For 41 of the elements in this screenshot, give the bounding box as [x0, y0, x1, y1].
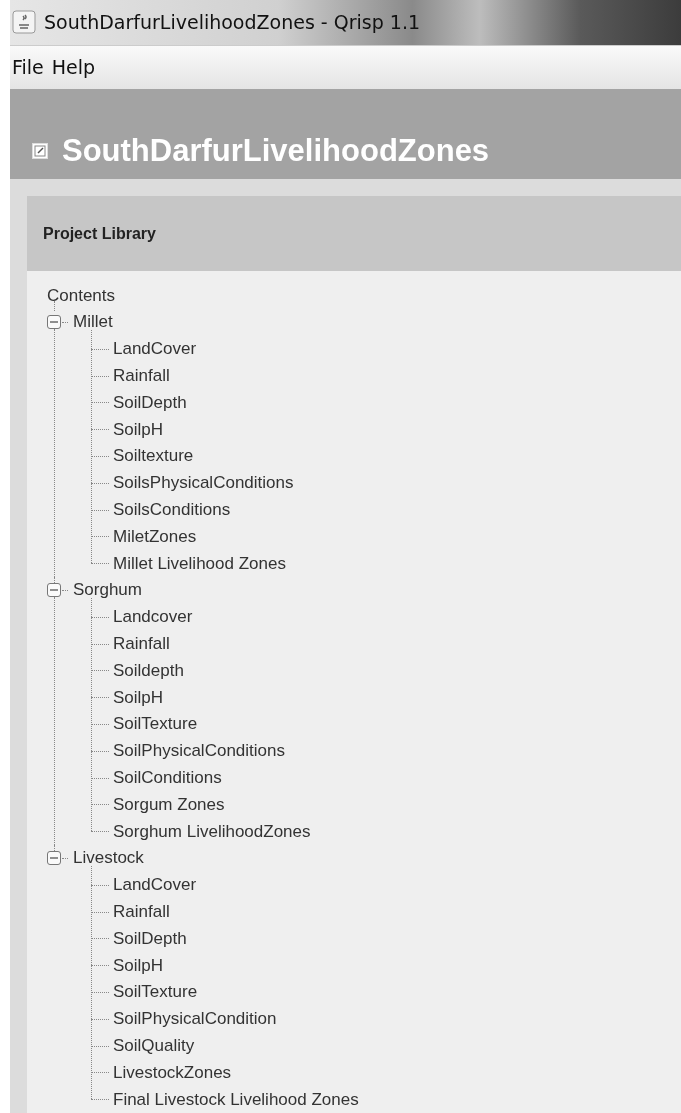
tree-item[interactable]: Sorghum LivelihoodZones — [113, 821, 311, 842]
project-title: SouthDarfurLivelihoodZones — [62, 133, 490, 170]
collapse-icon[interactable] — [47, 315, 61, 330]
tree-item[interactable]: SoilTexture — [113, 982, 198, 1003]
tree-item[interactable]: SoilDepth — [113, 928, 187, 949]
tree-item[interactable]: Livestock — [73, 848, 144, 869]
edit-icon — [32, 143, 48, 160]
tree-item[interactable]: Landcover — [113, 607, 193, 628]
menu-item[interactable]: Help — [51, 56, 96, 79]
tree-item[interactable]: LandCover — [113, 339, 197, 360]
tree-item[interactable]: Soiltexture — [113, 446, 194, 467]
tree-item[interactable]: SoilPhysicalCondition — [113, 1009, 277, 1030]
tree-item[interactable]: Sorgum Zones — [113, 794, 225, 815]
tree-item[interactable]: SoilsConditions — [113, 500, 231, 521]
tree-item[interactable]: SoilDepth — [113, 392, 187, 413]
app-icon — [12, 10, 36, 35]
tree-item[interactable]: Soildepth — [113, 660, 184, 681]
tree-item[interactable]: MiletZones — [113, 526, 197, 547]
tree-root[interactable]: Contents — [47, 285, 116, 306]
tree-item[interactable]: SoilConditions — [113, 768, 222, 789]
tree-item[interactable]: Sorghum — [73, 580, 142, 601]
tree-item[interactable]: Rainfall — [113, 366, 170, 387]
tree-item[interactable]: Rainfall — [113, 634, 170, 655]
tree-item[interactable]: Final Livestock Livelihood Zones — [113, 1089, 359, 1110]
tree-item[interactable]: SoilpH — [113, 419, 164, 440]
collapse-icon[interactable] — [47, 583, 61, 598]
tree-item[interactable]: Rainfall — [113, 902, 170, 922]
tree-item[interactable]: LandCover — [113, 875, 197, 896]
tree-item[interactable]: SoilTexture — [113, 714, 198, 735]
window-title: SouthDarfurLivelihoodZones - Qrisp 1.1 — [44, 11, 421, 34]
tree-item[interactable]: SoilpH — [113, 955, 164, 976]
tree-item[interactable]: SoilsPhysicalConditions — [113, 473, 294, 494]
panel-title: Project Library — [43, 224, 156, 243]
collapse-icon[interactable] — [47, 851, 61, 866]
tree-item[interactable]: SoilpH — [113, 687, 164, 708]
menu-item[interactable]: File — [12, 56, 44, 79]
tree-item[interactable]: SoilPhysicalConditions — [113, 741, 285, 762]
tree-item[interactable]: SoilQuality — [113, 1036, 195, 1056]
tree-item[interactable]: Millet Livelihood Zones — [113, 553, 286, 574]
tree-item[interactable]: LivestockZones — [113, 1062, 232, 1083]
tree-item[interactable]: Millet — [73, 312, 113, 333]
